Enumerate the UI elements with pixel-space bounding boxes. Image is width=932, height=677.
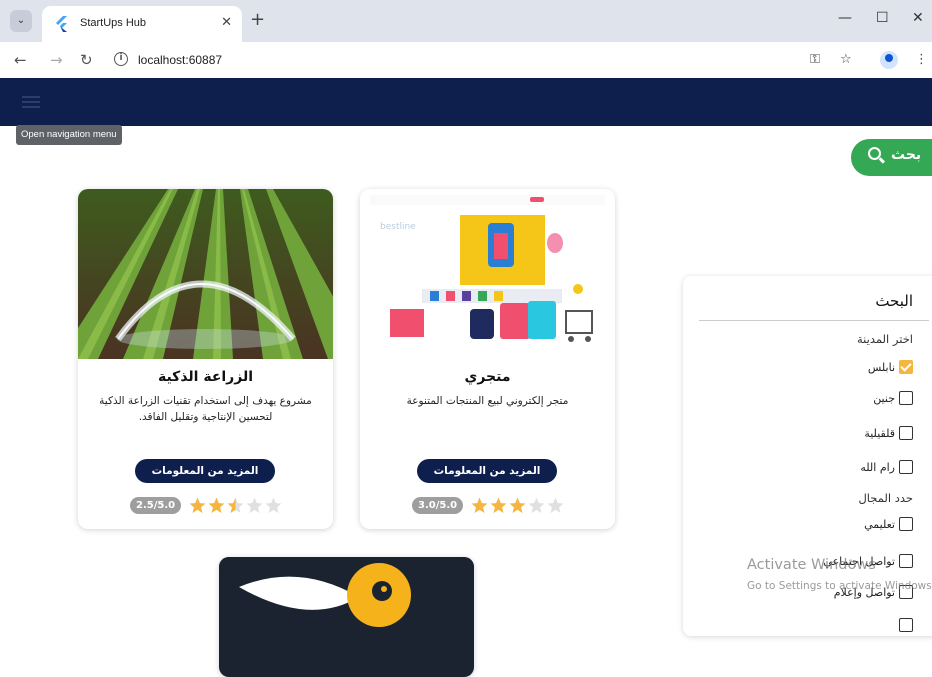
divider [699,320,929,321]
checkbox[interactable] [899,554,913,568]
star-empty-icon [265,497,282,514]
flutter-favicon-icon [56,16,67,32]
card-image [219,557,474,627]
star-icon [509,497,526,514]
more-info-button[interactable]: المزيد من المعلومات [417,459,557,483]
card-title: متجري [464,369,511,385]
browser-menu-icon[interactable]: ⋮ [915,52,928,67]
star-icon [471,497,488,514]
app-bar [0,78,932,126]
site-info-icon[interactable]: i [114,52,128,66]
browser-toolbar: ← → ↻ i localhost:60887 ⚿ ☆ ⋮ [0,42,932,78]
card-description: مشروع يهدف إلى استخدام تقنيات الزراعة ال… [99,395,312,423]
startup-card[interactable]: الزراعة الذكية مشروع يهدف إلى استخدام تق… [78,189,333,529]
new-tab-icon[interactable]: + [250,10,265,30]
field-section-label: حدد المجال [858,491,913,505]
password-key-icon[interactable]: ⚿ [810,52,820,67]
startup-card[interactable] [219,557,474,677]
checkbox[interactable] [899,517,913,531]
navigation-tooltip: Open navigation menu [16,125,122,145]
back-icon[interactable]: ← [14,51,27,69]
checkbox-checked[interactable] [899,360,913,374]
close-window-icon[interactable]: ✕ [912,10,924,26]
startup-card[interactable]: bestline متجري متجر إلكتروني لبيع المنتج… [360,189,615,529]
tab-search-button[interactable]: ⌄ [10,10,32,32]
filter-panel-title: البحث [875,292,913,310]
url-text: localhost:60887 [138,53,223,67]
activate-windows-hint: Go to Settings to activate Windows. [747,580,932,592]
bookmark-star-icon[interactable]: ☆ [840,52,852,67]
star-rating [470,496,570,516]
city-option-jenin[interactable]: جنين [873,389,913,407]
forward-icon[interactable]: → [50,51,63,69]
profile-avatar-icon[interactable] [880,51,898,69]
svg-text:bestline: bestline [380,222,416,232]
star-icon [208,497,225,514]
checkbox[interactable] [899,460,913,474]
search-button-label: بحث [891,147,922,163]
browser-tab[interactable]: StartUps Hub ✕ [42,6,242,42]
tab-close-icon[interactable]: ✕ [221,15,232,30]
field-option-educational[interactable]: تعليمي [864,515,913,533]
star-icon [189,497,206,514]
search-icon [868,147,881,160]
star-empty-icon [246,497,263,514]
checkbox[interactable] [899,426,913,440]
card-image: bestline [360,189,615,359]
card-title: الزراعة الذكية [157,369,254,385]
more-info-button[interactable]: المزيد من المعلومات [135,459,275,483]
rating-badge: 2.5/5.0 [130,497,182,514]
hamburger-menu-icon[interactable] [22,96,40,108]
star-icon [490,497,507,514]
star-empty-icon [528,497,545,514]
browser-tab-strip: ⌄ StartUps Hub ✕ + — ☐ ✕ [0,0,932,42]
checkbox[interactable] [899,618,913,632]
star-rating [188,496,288,516]
reload-icon[interactable]: ↻ [80,51,93,69]
star-half-icon [227,497,244,514]
rating-badge: 3.0/5.0 [412,497,464,514]
tab-title: StartUps Hub [80,17,147,29]
card-image [78,189,333,359]
city-section-label: اختر المدينة [857,332,913,346]
activate-windows-watermark: Activate Windows [747,557,876,573]
star-empty-icon [547,497,564,514]
search-button[interactable]: بحث [851,139,932,176]
card-description: متجر إلكتروني لبيع المنتجات المتنوعة [406,395,569,407]
city-option-ramallah[interactable]: رام الله [860,458,913,476]
field-option-more[interactable] [899,616,913,634]
city-option-qalqilya[interactable]: قلقيلية [864,424,913,442]
checkbox[interactable] [899,391,913,405]
maximize-icon[interactable]: ☐ [876,10,889,26]
minimize-icon[interactable]: — [838,10,852,26]
address-bar[interactable]: i localhost:60887 [106,47,846,73]
city-option-nablus[interactable]: نابلس [868,358,913,376]
